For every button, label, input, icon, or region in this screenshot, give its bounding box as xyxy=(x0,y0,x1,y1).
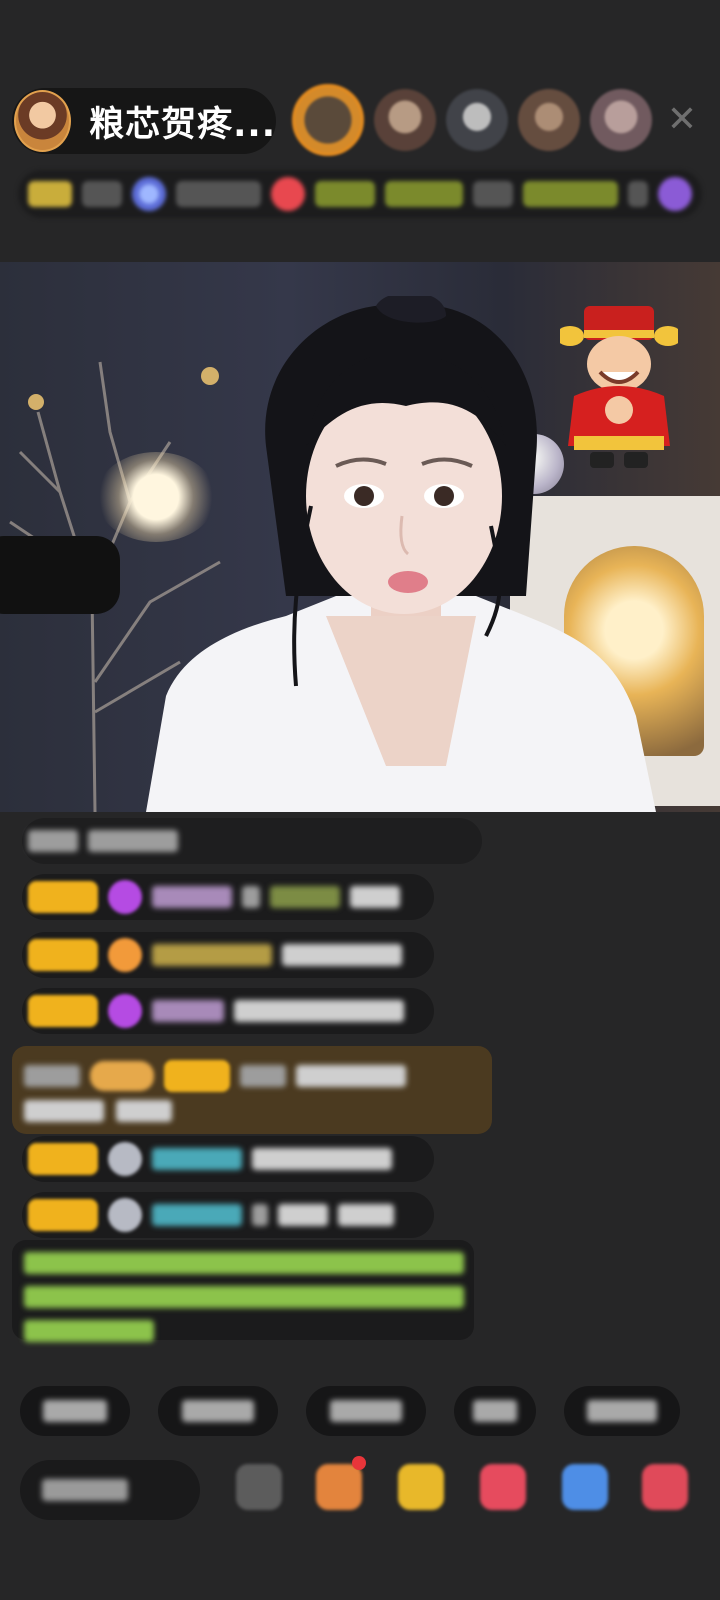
username[interactable] xyxy=(240,1065,286,1087)
chat-text xyxy=(282,944,402,966)
highlight-message[interactable] xyxy=(12,1046,492,1134)
gift-icon[interactable] xyxy=(642,1464,688,1510)
viewer-avatar[interactable] xyxy=(590,89,652,151)
username[interactable] xyxy=(152,1204,242,1226)
quick-chip[interactable] xyxy=(158,1386,278,1436)
tag-2 xyxy=(384,181,463,207)
rank-text xyxy=(81,181,122,207)
level-badge xyxy=(28,1199,98,1231)
prefix-text xyxy=(24,1065,80,1087)
chat-text xyxy=(252,1204,268,1226)
fan-badge-icon xyxy=(108,938,142,972)
chat-text xyxy=(116,1100,172,1122)
heart-icon[interactable] xyxy=(480,1464,526,1510)
chat-message[interactable] xyxy=(22,1136,434,1182)
username[interactable] xyxy=(152,1000,224,1022)
live-room: 粮芯贺疼... ✕ xyxy=(0,0,720,1600)
fan-badge-icon xyxy=(108,1142,142,1176)
quick-chip[interactable] xyxy=(306,1386,426,1436)
hot-icon xyxy=(131,177,166,211)
badge-icon xyxy=(658,177,692,211)
notice-text xyxy=(24,1286,464,1308)
level-badge xyxy=(28,1143,98,1175)
host-avatar[interactable] xyxy=(14,90,72,152)
system-notice xyxy=(12,1240,474,1342)
tag-4 xyxy=(522,181,619,207)
level-badge xyxy=(164,1060,230,1092)
game-icon[interactable] xyxy=(562,1464,608,1510)
god-of-wealth-sticker xyxy=(560,306,678,468)
fan-badge-icon xyxy=(108,1198,142,1232)
tag-1 xyxy=(315,181,375,207)
quick-chip[interactable] xyxy=(20,1386,130,1436)
quick-chip[interactable] xyxy=(564,1386,680,1436)
host-name[interactable]: 粮芯贺疼... xyxy=(89,96,276,147)
host-info[interactable]: 粮芯贺疼... xyxy=(12,88,276,154)
mention xyxy=(278,1204,328,1226)
tag-3 xyxy=(472,181,513,207)
top-viewers xyxy=(292,84,652,156)
chat-text xyxy=(350,886,400,908)
level-badge xyxy=(28,995,98,1027)
hot-text xyxy=(175,181,262,207)
more-icon[interactable] xyxy=(236,1464,282,1510)
fan-badge-icon xyxy=(108,994,142,1028)
viewer-avatar[interactable] xyxy=(446,89,508,151)
gift-icon xyxy=(271,177,306,211)
vip-badge xyxy=(90,1061,154,1091)
chat-text xyxy=(252,1148,392,1170)
room-badge-strip[interactable] xyxy=(18,170,702,218)
tag-5 xyxy=(628,181,649,207)
chat-message[interactable] xyxy=(22,1192,434,1238)
shop-icon[interactable] xyxy=(316,1464,362,1510)
rank-badge xyxy=(28,181,72,207)
quick-chip[interactable] xyxy=(454,1386,536,1436)
quick-actions xyxy=(20,1386,720,1436)
chat-text xyxy=(338,1204,394,1226)
chat-message[interactable] xyxy=(22,932,434,978)
username[interactable] xyxy=(152,1148,242,1170)
viewer-avatar[interactable] xyxy=(374,89,436,151)
notice-text xyxy=(24,1320,154,1342)
mention xyxy=(270,886,340,908)
level-badge xyxy=(28,939,98,971)
level-badge xyxy=(28,881,98,913)
fan-badge-icon xyxy=(108,880,142,914)
viewer-avatar[interactable] xyxy=(292,84,364,156)
chat-message[interactable] xyxy=(22,818,482,864)
system-text xyxy=(88,830,178,852)
chat-text xyxy=(242,886,260,908)
chat-input[interactable] xyxy=(20,1460,200,1520)
close-icon[interactable]: ✕ xyxy=(662,100,702,140)
chat-text xyxy=(234,1000,404,1022)
system-text xyxy=(28,830,78,852)
chat-text xyxy=(296,1065,406,1087)
bottom-toolbar xyxy=(20,1454,720,1526)
chat-input-placeholder xyxy=(42,1479,128,1501)
username[interactable] xyxy=(152,886,232,908)
username[interactable] xyxy=(152,944,272,966)
gift-bag-icon[interactable] xyxy=(398,1464,444,1510)
chat-text xyxy=(24,1100,104,1122)
viewer-avatar[interactable] xyxy=(518,89,580,151)
microphone xyxy=(0,536,120,614)
chat-message[interactable] xyxy=(22,988,434,1034)
chat-message[interactable] xyxy=(22,874,434,920)
notice-text xyxy=(24,1252,464,1274)
notification-dot xyxy=(352,1456,366,1470)
